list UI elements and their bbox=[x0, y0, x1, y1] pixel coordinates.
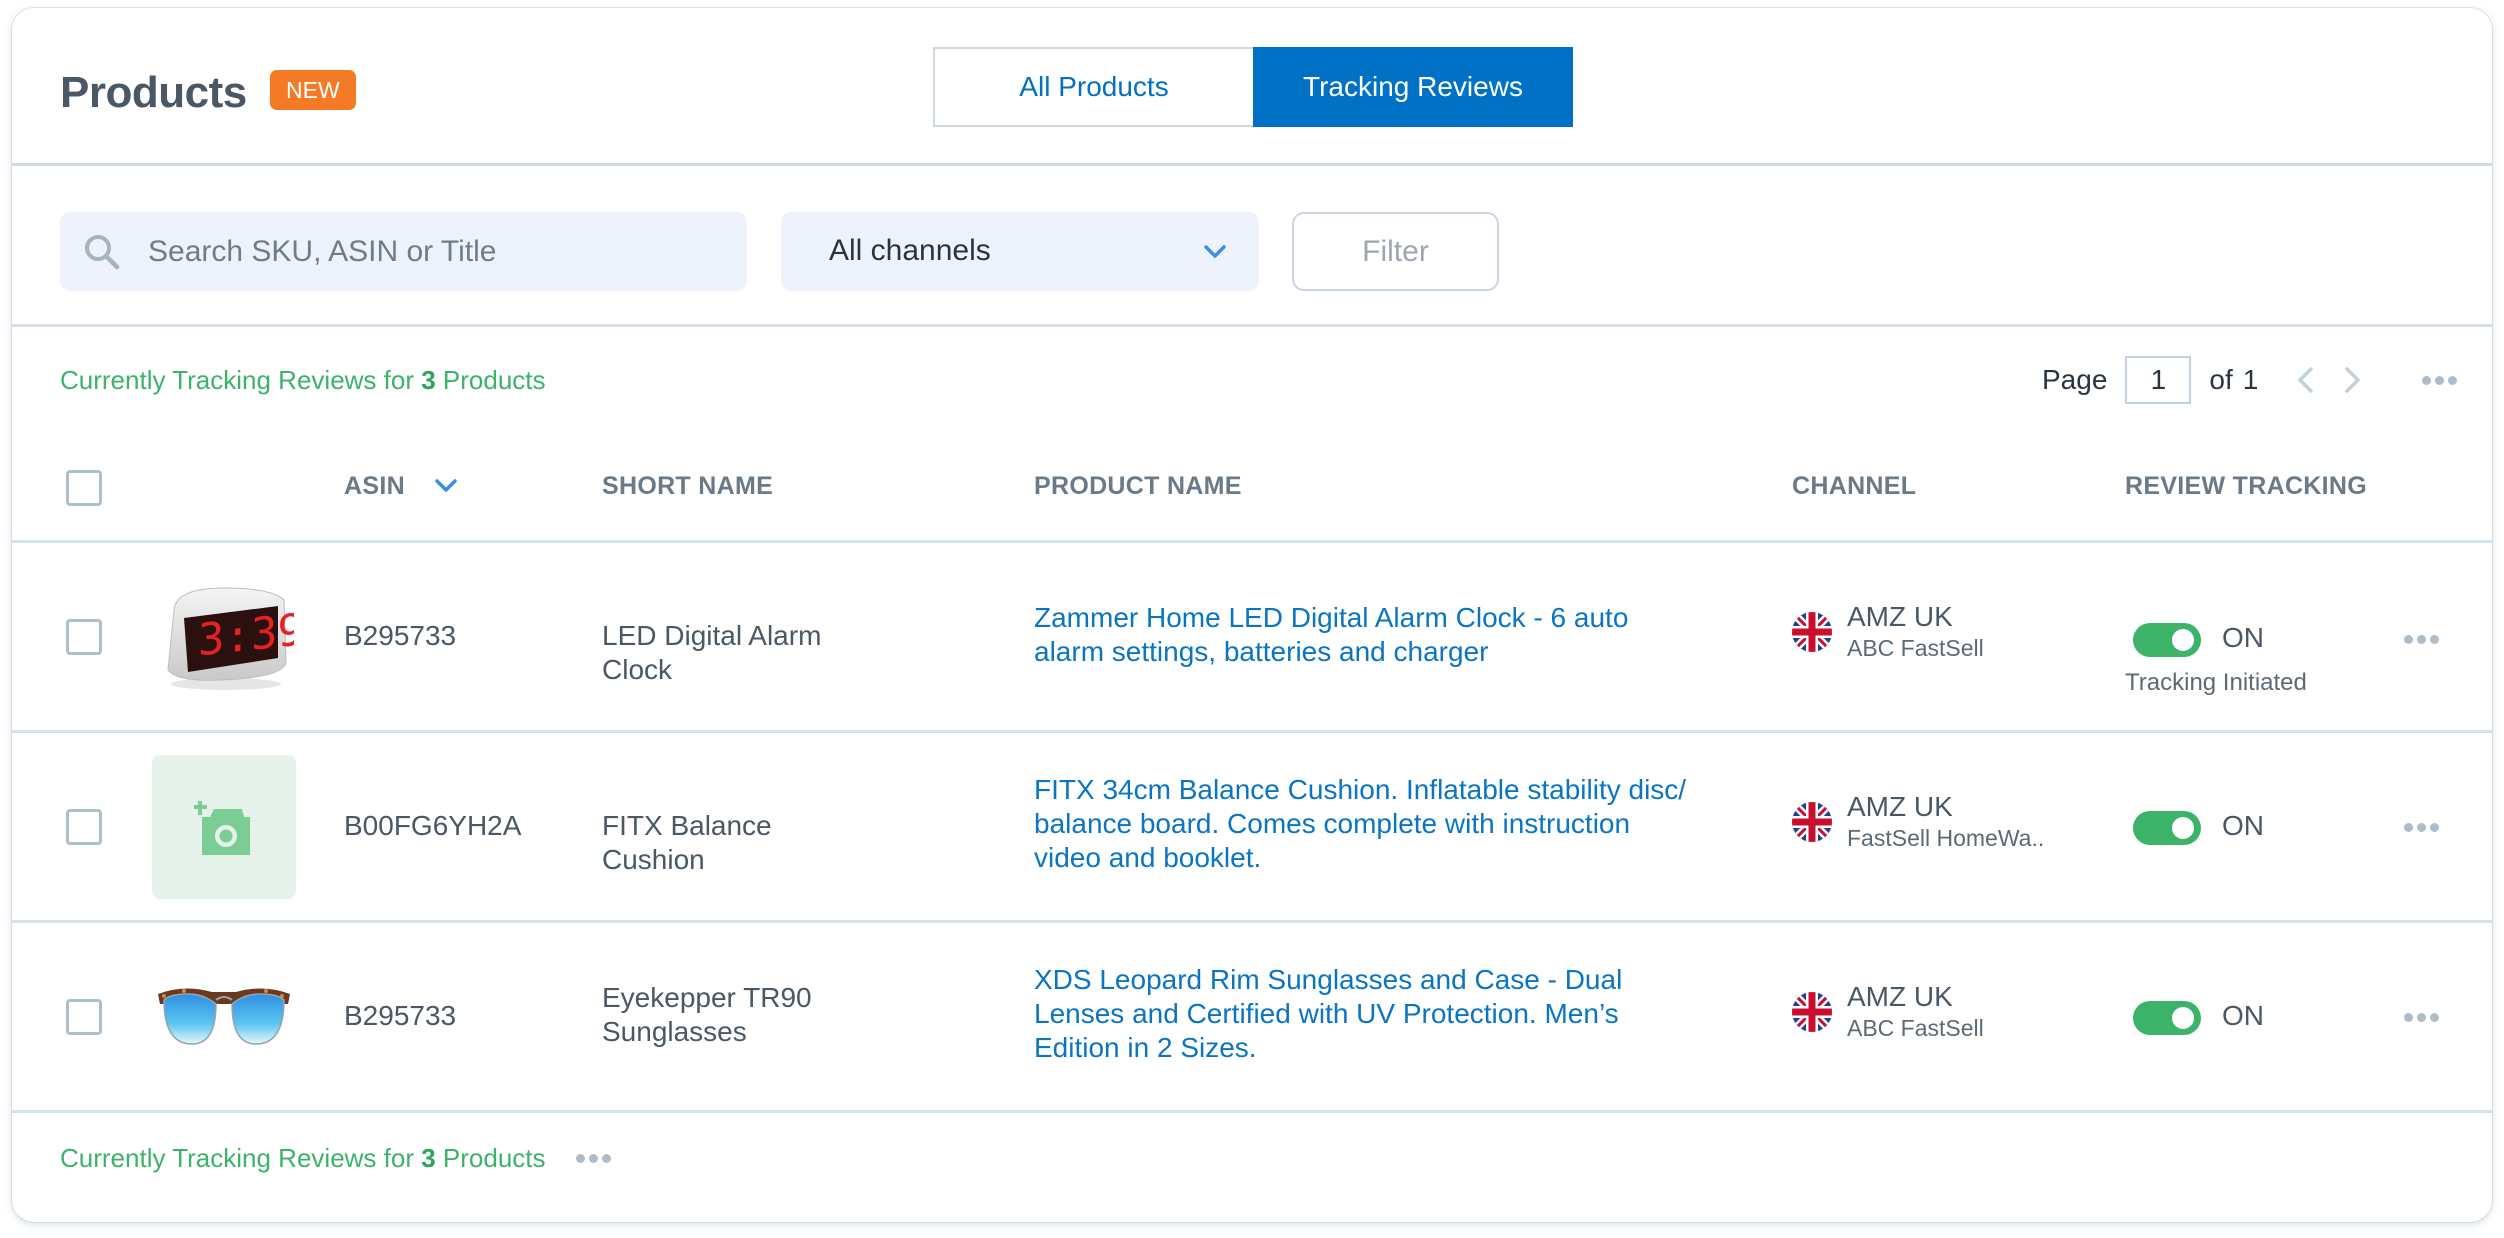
row-checkbox[interactable] bbox=[66, 809, 102, 845]
row-checkbox[interactable] bbox=[66, 619, 102, 655]
tracking-toggle[interactable] bbox=[2133, 811, 2201, 845]
tab-all-products[interactable]: All Products bbox=[933, 47, 1253, 127]
footer-summary-suffix: Products bbox=[435, 1143, 546, 1173]
short-name-cell: LED Digital Alarm Clock bbox=[602, 620, 822, 685]
seller-name: ABC FastSell bbox=[1847, 635, 1984, 661]
asin-cell: B295733 bbox=[344, 1000, 457, 1031]
sunglasses-icon bbox=[158, 988, 290, 1045]
new-badge: NEW bbox=[270, 70, 356, 110]
column-asin[interactable]: ASIN bbox=[344, 472, 405, 501]
select-all-checkbox[interactable] bbox=[66, 470, 102, 506]
row-more-icon[interactable] bbox=[2404, 635, 2439, 644]
add-photo-placeholder[interactable] bbox=[152, 755, 296, 899]
add-photo-icon bbox=[194, 801, 250, 855]
column-short-name: SHORT NAME bbox=[602, 472, 774, 500]
pagination: Page of 1 bbox=[2042, 355, 2458, 405]
product-name-link[interactable]: FITX 34cm Balance Cushion. Inflatable st… bbox=[1034, 773, 1694, 875]
column-review-tracking: REVIEW TRACKING bbox=[2125, 472, 2367, 500]
tracking-status: Tracking Initiated bbox=[2125, 669, 2307, 696]
product-image-alarm-clock: 3:39 bbox=[152, 565, 296, 709]
sort-chevron-down-icon[interactable] bbox=[432, 472, 460, 500]
table-row: B00FG6YH2A FITX Balance Cushion FITX 34c… bbox=[12, 733, 2492, 923]
search-input[interactable] bbox=[148, 212, 728, 291]
channel-cell: AMZ UK FastSell HomeWa.. bbox=[1792, 791, 2044, 853]
summary-count: 3 bbox=[421, 365, 436, 395]
page-number-input[interactable] bbox=[2125, 356, 2192, 404]
toggle-label: ON bbox=[2222, 622, 2264, 653]
product-name-link[interactable]: Zammer Home LED Digital Alarm Clock - 6 … bbox=[1034, 601, 1694, 669]
table-row: B295733 Eyekepper TR90 Sunglasses XDS Le… bbox=[12, 923, 2492, 1113]
tab-tracking-reviews[interactable]: Tracking Reviews bbox=[1253, 47, 1573, 127]
uk-flag-icon bbox=[1792, 992, 1832, 1032]
svg-text:3:39: 3:39 bbox=[198, 604, 294, 666]
channel-name: AMZ UK bbox=[1847, 791, 1953, 822]
row-more-icon[interactable] bbox=[2404, 1013, 2439, 1022]
table-header: ASIN SHORT NAME PRODUCT NAME CHANNEL REV… bbox=[12, 438, 2492, 543]
filter-toolbar: All channels Filter bbox=[12, 169, 2492, 327]
chevron-right-icon[interactable] bbox=[2340, 365, 2364, 395]
search-icon bbox=[85, 235, 120, 270]
footer-summary-prefix: Currently Tracking Reviews for bbox=[60, 1143, 422, 1173]
seller-name: FastSell HomeWa.. bbox=[1847, 825, 2045, 851]
channel-cell: AMZ UK ABC FastSell bbox=[1792, 601, 1984, 663]
asin-cell: B00FG6YH2A bbox=[344, 810, 522, 841]
channel-name: AMZ UK bbox=[1847, 981, 1953, 1012]
filter-button[interactable]: Filter bbox=[1292, 212, 1499, 291]
more-options-icon[interactable] bbox=[2422, 375, 2458, 385]
tracking-toggle[interactable] bbox=[2133, 623, 2201, 657]
footer-summary: Currently Tracking Reviews for 3 Product… bbox=[60, 1143, 546, 1174]
seller-name: ABC FastSell bbox=[1847, 1015, 1984, 1041]
channel-select[interactable]: All channels bbox=[781, 212, 1259, 291]
chevron-left-icon[interactable] bbox=[2294, 365, 2318, 395]
toggle-label: ON bbox=[2222, 1000, 2264, 1031]
column-product-name: PRODUCT NAME bbox=[1034, 472, 1242, 500]
page-header: Products NEW All Products Tracking Revie… bbox=[12, 8, 2492, 166]
channel-select-value: All channels bbox=[829, 234, 991, 267]
chevron-down-icon bbox=[1204, 245, 1226, 258]
tracking-toggle[interactable] bbox=[2133, 1001, 2201, 1035]
summary-suffix: Products bbox=[435, 365, 546, 395]
summary-prefix: Currently Tracking Reviews for bbox=[60, 365, 422, 395]
products-card: Products NEW All Products Tracking Revie… bbox=[12, 8, 2492, 1222]
search-box[interactable] bbox=[60, 212, 747, 291]
page-label: Page bbox=[2042, 364, 2108, 395]
footer-summary-count: 3 bbox=[421, 1143, 436, 1173]
product-image-sunglasses bbox=[152, 945, 296, 1089]
uk-flag-icon bbox=[1792, 802, 1832, 842]
total-pages: 1 bbox=[2242, 364, 2259, 395]
of-label: of bbox=[2209, 364, 2233, 395]
uk-flag-icon bbox=[1792, 612, 1832, 652]
footer-more-icon[interactable] bbox=[575, 1154, 611, 1163]
row-more-icon[interactable] bbox=[2404, 823, 2439, 832]
view-tabs: All Products Tracking Reviews bbox=[933, 47, 1573, 127]
table-row: 3:39 B295733 LED Digital Alarm Clock Zam… bbox=[12, 543, 2492, 733]
table-footer: Currently Tracking Reviews for 3 Product… bbox=[60, 1143, 611, 1174]
product-name-link[interactable]: XDS Leopard Rim Sunglasses and Case - Du… bbox=[1034, 963, 1694, 1065]
short-name-cell: FITX Balance Cushion bbox=[602, 810, 772, 875]
toggle-label: ON bbox=[2222, 810, 2264, 841]
column-channel: CHANNEL bbox=[1792, 472, 1917, 500]
short-name-cell: Eyekepper TR90 Sunglasses bbox=[602, 982, 812, 1047]
page-title: Products bbox=[60, 68, 247, 117]
row-checkbox[interactable] bbox=[66, 999, 102, 1035]
asin-cell: B295733 bbox=[344, 620, 457, 651]
tracking-summary: Currently Tracking Reviews for 3 Product… bbox=[60, 365, 546, 396]
channel-name: AMZ UK bbox=[1847, 601, 1953, 632]
alarm-clock-icon: 3:39 bbox=[167, 587, 294, 690]
channel-cell: AMZ UK ABC FastSell bbox=[1792, 981, 1984, 1043]
